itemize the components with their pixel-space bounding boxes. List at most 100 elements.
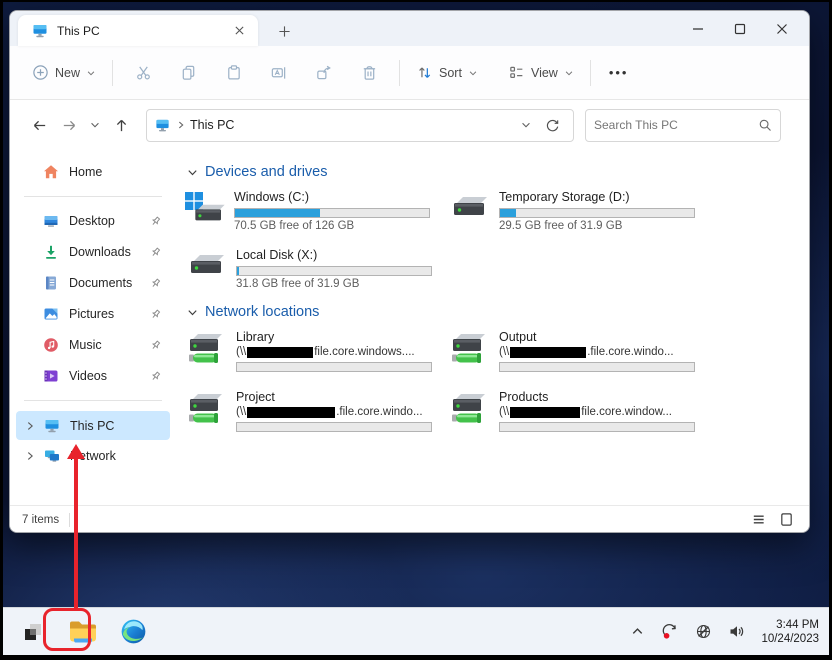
- taskbar: 3:44 PM 10/24/2023: [3, 607, 829, 655]
- tab-title: This PC: [57, 24, 230, 38]
- sidebar-item-home[interactable]: Home: [14, 158, 172, 186]
- sort-arrows-icon: [416, 64, 433, 81]
- local-drive-icon: [447, 192, 493, 218]
- sidebar-item-network[interactable]: Network: [16, 441, 170, 470]
- sidebar-divider: [24, 196, 162, 197]
- drive-name: Windows (C:): [234, 190, 447, 205]
- copy-button[interactable]: [166, 58, 211, 87]
- plus-circle-icon: [32, 64, 49, 81]
- large-thumbnails-view-icon[interactable]: [775, 509, 797, 531]
- drive-name: Temporary Storage (D:): [499, 190, 710, 205]
- magnifier-icon: [758, 118, 772, 132]
- sidebar-item-label: Pictures: [69, 307, 149, 321]
- taskbar-clock[interactable]: 3:44 PM 10/24/2023: [761, 618, 819, 646]
- sidebar-item-videos[interactable]: Videos: [14, 362, 172, 390]
- tab-close-icon[interactable]: [230, 22, 248, 40]
- drive-detail: 31.8 GB free of 31.9 GB: [236, 278, 447, 290]
- annotation-arrow-head: [67, 444, 85, 459]
- network-location-products[interactable]: Products (\\file.core.window...: [447, 390, 710, 434]
- drive-local-x[interactable]: Local Disk (X:) 31.8 GB free of 31.9 GB: [184, 248, 447, 290]
- new-button[interactable]: New: [24, 58, 104, 87]
- address-dropdown-chevron[interactable]: [513, 112, 539, 138]
- pin-icon: [149, 277, 162, 290]
- pin-icon: [149, 308, 162, 321]
- network-location-name: Products: [499, 390, 710, 405]
- speaker-icon[interactable]: [724, 620, 748, 644]
- sidebar-item-downloads[interactable]: Downloads: [14, 238, 172, 266]
- up-button[interactable]: [106, 110, 136, 140]
- search-input[interactable]: [594, 118, 758, 132]
- rename-icon: [270, 64, 287, 81]
- new-tab-button[interactable]: [272, 20, 296, 42]
- more-options-button[interactable]: •••: [599, 64, 639, 82]
- address-row: This PC: [10, 100, 809, 150]
- edge-browser-button[interactable]: [113, 612, 153, 652]
- sidebar-item-documents[interactable]: Documents: [14, 269, 172, 297]
- network-drive-icon: [184, 332, 230, 366]
- capacity-bar: [234, 208, 430, 218]
- rename-button[interactable]: [256, 58, 301, 87]
- redacted-text: [247, 347, 313, 358]
- recent-locations-chevron[interactable]: [84, 110, 106, 140]
- sidebar-item-label: Desktop: [69, 214, 149, 228]
- capacity-bar: [236, 422, 432, 432]
- chevron-down-icon: [564, 68, 574, 78]
- sidebar-item-music[interactable]: Music: [14, 331, 172, 359]
- sidebar-divider: [24, 400, 162, 401]
- home-icon: [43, 164, 59, 180]
- section-title: Devices and drives: [205, 164, 328, 180]
- close-button[interactable]: [761, 11, 803, 46]
- capacity-bar: [499, 362, 695, 372]
- devices-grid: Windows (C:) 70.5 GB free of 126 GB Temp…: [184, 190, 809, 290]
- pin-icon: [149, 246, 162, 259]
- sidebar-item-pictures[interactable]: Pictures: [14, 300, 172, 328]
- view-button[interactable]: View: [500, 58, 582, 87]
- address-bar[interactable]: This PC: [146, 109, 574, 142]
- chevron-right-icon[interactable]: [22, 450, 38, 462]
- section-network-locations[interactable]: Network locations: [186, 304, 809, 320]
- maximize-button[interactable]: [719, 11, 761, 46]
- network-location-library[interactable]: Library (\\file.core.windows....: [184, 330, 447, 374]
- breadcrumb-this-pc[interactable]: This PC: [190, 118, 234, 132]
- minimize-button[interactable]: [677, 11, 719, 46]
- pin-icon: [149, 215, 162, 228]
- chevron-down-icon: [468, 68, 478, 78]
- this-pc-monitor-icon: [44, 418, 60, 434]
- details-view-icon[interactable]: [747, 509, 769, 531]
- documents-icon: [43, 275, 59, 291]
- sort-button[interactable]: Sort: [408, 58, 486, 87]
- chevron-down-icon: [86, 68, 96, 78]
- unc-path: (\\file.core.window...: [499, 405, 710, 419]
- share-icon: [315, 64, 332, 81]
- globe-no-internet-icon[interactable]: [691, 620, 715, 644]
- network-location-output[interactable]: Output (\\.file.core.windo...: [447, 330, 710, 374]
- refresh-icon[interactable]: [539, 112, 565, 138]
- sync-alert-icon[interactable]: [658, 620, 682, 644]
- delete-button[interactable]: [346, 58, 391, 87]
- pin-icon: [149, 339, 162, 352]
- forward-button[interactable]: [54, 110, 84, 140]
- tab-this-pc[interactable]: This PC: [18, 15, 258, 46]
- clipboard-paste-icon: [225, 64, 242, 81]
- chevron-right-icon[interactable]: [22, 420, 38, 432]
- drive-temporary-d[interactable]: Temporary Storage (D:) 29.5 GB free of 3…: [447, 190, 710, 232]
- annotation-highlight-box: [43, 608, 91, 651]
- copy-icon: [180, 64, 197, 81]
- network-drive-icon: [447, 332, 493, 366]
- share-button[interactable]: [301, 58, 346, 87]
- sidebar-item-desktop[interactable]: Desktop: [14, 207, 172, 235]
- this-pc-monitor-icon: [155, 118, 170, 133]
- navigation-pane: Home Desktop: [10, 150, 176, 505]
- unc-path: (\\file.core.windows....: [236, 345, 447, 359]
- drive-windows-c[interactable]: Windows (C:) 70.5 GB free of 126 GB: [184, 190, 447, 232]
- pictures-icon: [43, 306, 59, 322]
- annotation-arrow-line: [74, 457, 78, 609]
- hidden-icons-chevron-icon[interactable]: [625, 620, 649, 644]
- unc-path: (\\.file.core.windo...: [499, 345, 710, 359]
- cut-button[interactable]: [121, 58, 166, 87]
- back-button[interactable]: [24, 110, 54, 140]
- sidebar-item-this-pc[interactable]: This PC: [16, 411, 170, 440]
- section-devices-and-drives[interactable]: Devices and drives: [186, 164, 809, 180]
- paste-button[interactable]: [211, 58, 256, 87]
- network-location-project[interactable]: Project (\\.file.core.windo...: [184, 390, 447, 434]
